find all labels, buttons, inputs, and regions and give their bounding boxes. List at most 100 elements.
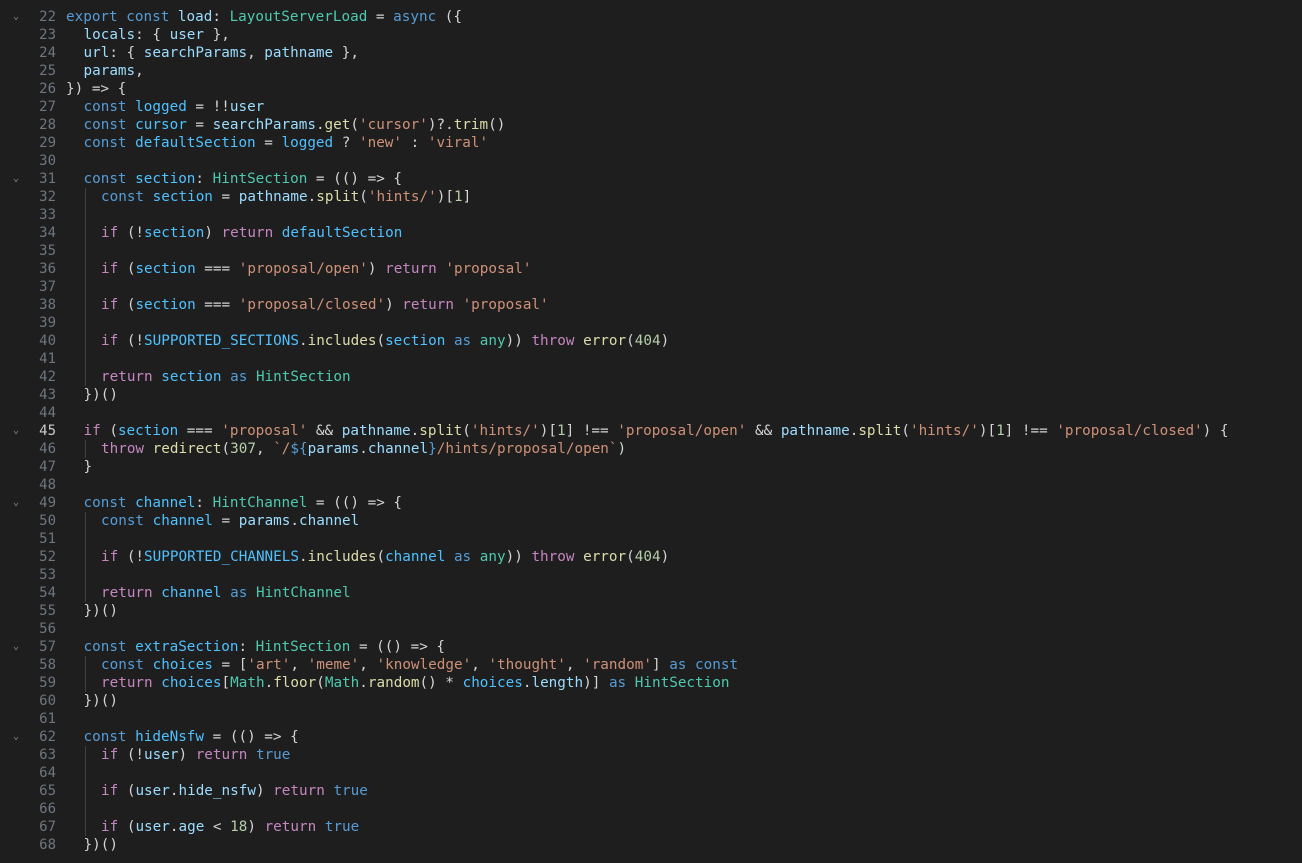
code-token: as xyxy=(221,369,256,385)
line-number: 55 xyxy=(39,603,56,619)
code-token: section xyxy=(135,171,196,187)
code-line[interactable]: 55 })() xyxy=(0,602,1302,620)
chevron-down-icon[interactable]: ⌄ xyxy=(10,422,22,440)
code-token: if xyxy=(83,423,110,439)
code-line[interactable]: 67 if (user.age < 18) return true xyxy=(0,818,1302,836)
code-line[interactable]: ⌄ 22 export const load: LayoutServerLoad =… xyxy=(0,8,1302,26)
code-line[interactable]: 61 xyxy=(0,710,1302,728)
code-token: LayoutServerLoad xyxy=(229,9,368,25)
code-line[interactable]: 52 if (!SUPPORTED_CHANNELS.includes(chann… xyxy=(0,548,1302,566)
code-text: if (user.hide_nsfw) return true xyxy=(101,782,368,800)
code-line[interactable]: 64 xyxy=(0,764,1302,782)
code-line[interactable]: 56 xyxy=(0,620,1302,638)
indent-guide xyxy=(84,350,86,368)
code-line[interactable]: 51 xyxy=(0,530,1302,548)
code-line[interactable]: 33 xyxy=(0,206,1302,224)
code-line[interactable]: 39 xyxy=(0,314,1302,332)
code-text: if (!user) return true xyxy=(101,746,290,764)
code-line[interactable]: ⌄ 62 const hideNsfw = (() => { xyxy=(0,728,1302,746)
code-text: url: { searchParams, pathname }, xyxy=(84,44,359,62)
code-line[interactable]: 25 params, xyxy=(0,62,1302,80)
code-token: url xyxy=(83,45,110,61)
code-line[interactable]: 37 xyxy=(0,278,1302,296)
code-text: const logged = !!user xyxy=(84,98,265,116)
code-line[interactable]: 24 url: { searchParams, pathname }, xyxy=(0,44,1302,62)
code-token: user xyxy=(144,747,179,763)
code-token: = !! xyxy=(186,99,230,115)
code-line[interactable]: 32 const section = pathname.split('hints/… xyxy=(0,188,1302,206)
code-line[interactable]: ⌄ 45 if (section === 'proposal' && pathnam… xyxy=(0,422,1302,440)
code-token: Math xyxy=(230,675,265,691)
code-token: SUPPORTED_CHANNELS xyxy=(144,549,299,565)
code-token: HintSection xyxy=(212,171,308,187)
line-number: 53 xyxy=(39,567,56,583)
chevron-down-icon[interactable]: ⌄ xyxy=(10,170,22,188)
code-text: if (!section) return defaultSection xyxy=(101,224,402,242)
code-token: (! xyxy=(126,549,145,565)
code-line[interactable]: 35 xyxy=(0,242,1302,260)
code-token: 404 xyxy=(634,333,661,349)
code-editor[interactable]: ⌄ 22 export const load: LayoutServerLoad =… xyxy=(0,0,1302,863)
code-line[interactable]: 40 if (!SUPPORTED_SECTIONS.includes(secti… xyxy=(0,332,1302,350)
code-line[interactable]: 53 xyxy=(0,566,1302,584)
indent-guide xyxy=(84,746,86,764)
code-token: () xyxy=(488,117,506,133)
code-line[interactable]: 66 xyxy=(0,800,1302,818)
code-token: : { xyxy=(109,45,144,61)
code-text: const hideNsfw = (() => { xyxy=(84,728,299,746)
code-token: Math xyxy=(324,675,360,691)
code-line[interactable]: 28 const cursor = searchParams.get('curso… xyxy=(0,116,1302,134)
code-line[interactable]: 38 if (section === 'proposal/closed') ret… xyxy=(0,296,1302,314)
code-token: logged xyxy=(135,99,187,115)
line-number: 25 xyxy=(39,63,56,79)
code-line[interactable]: 48 xyxy=(0,476,1302,494)
code-line[interactable]: 42 return section as HintSection xyxy=(0,368,1302,386)
code-token: ] !== xyxy=(1004,423,1057,439)
code-line[interactable]: 36 if (section === 'proposal/open') retur… xyxy=(0,260,1302,278)
code-line[interactable]: 63 if (!user) return true xyxy=(0,746,1302,764)
code-line[interactable]: 68})() xyxy=(0,836,1302,854)
code-text: throw redirect(307, `/${params.channel}/… xyxy=(101,440,626,458)
code-token: })() xyxy=(83,603,118,619)
code-token: /hints/proposal/open` xyxy=(436,441,618,457)
indent-guide xyxy=(84,296,86,314)
code-line[interactable]: 46 throw redirect(307, `/${params.channel… xyxy=(0,440,1302,458)
code-token: , xyxy=(255,441,274,457)
code-token: HintSection xyxy=(255,639,351,655)
code-token: })() xyxy=(83,693,118,709)
line-number: 67 xyxy=(39,819,56,835)
chevron-down-icon[interactable]: ⌄ xyxy=(10,638,22,656)
code-line[interactable]: 65 if (user.hide_nsfw) return true xyxy=(0,782,1302,800)
chevron-down-icon[interactable]: ⌄ xyxy=(10,728,22,746)
code-line[interactable]: 41 xyxy=(0,350,1302,368)
code-line[interactable]: 30 xyxy=(0,152,1302,170)
code-line[interactable]: ⌄ 49 const channel: HintChannel = (() => { xyxy=(0,494,1302,512)
code-text: const channel = params.channel xyxy=(101,512,359,530)
chevron-down-icon[interactable]: ⌄ xyxy=(10,494,22,512)
code-line[interactable]: 60})() xyxy=(0,692,1302,710)
code-token: const xyxy=(101,189,153,205)
code-line[interactable]: 23 locals: { user }, xyxy=(0,26,1302,44)
code-line[interactable]: 29 const defaultSection = logged ? 'new' … xyxy=(0,134,1302,152)
chevron-down-icon[interactable]: ⌄ xyxy=(10,8,22,26)
code-token: , xyxy=(290,657,308,673)
code-text: })() xyxy=(84,692,118,710)
code-line[interactable]: 34 if (!section) return defaultSection xyxy=(0,224,1302,242)
code-line[interactable]: 58 const choices = ['art', 'meme', 'knowl… xyxy=(0,656,1302,674)
code-line[interactable]: 50 const channel = params.channel xyxy=(0,512,1302,530)
code-line[interactable]: 27 const logged = !!user xyxy=(0,98,1302,116)
code-line[interactable]: 26}) => { xyxy=(0,80,1302,98)
code-token: < xyxy=(204,819,231,835)
code-token: section xyxy=(161,369,222,385)
code-token: ( xyxy=(376,549,386,565)
line-number: 66 xyxy=(39,801,56,817)
code-line[interactable]: 59 return choices[Math.floor(Math.random(… xyxy=(0,674,1302,692)
code-text: if (section === 'proposal/open') return … xyxy=(101,260,531,278)
code-line[interactable]: ⌄ 57 const extraSection: HintSection = (()… xyxy=(0,638,1302,656)
code-line[interactable]: 43})() xyxy=(0,386,1302,404)
code-line[interactable]: ⌄ 31 const section: HintSection = (() => { xyxy=(0,170,1302,188)
code-token: user xyxy=(135,783,170,799)
code-line[interactable]: 54 return channel as HintChannel xyxy=(0,584,1302,602)
code-line[interactable]: 44 xyxy=(0,404,1302,422)
code-line[interactable]: 47} xyxy=(0,458,1302,476)
